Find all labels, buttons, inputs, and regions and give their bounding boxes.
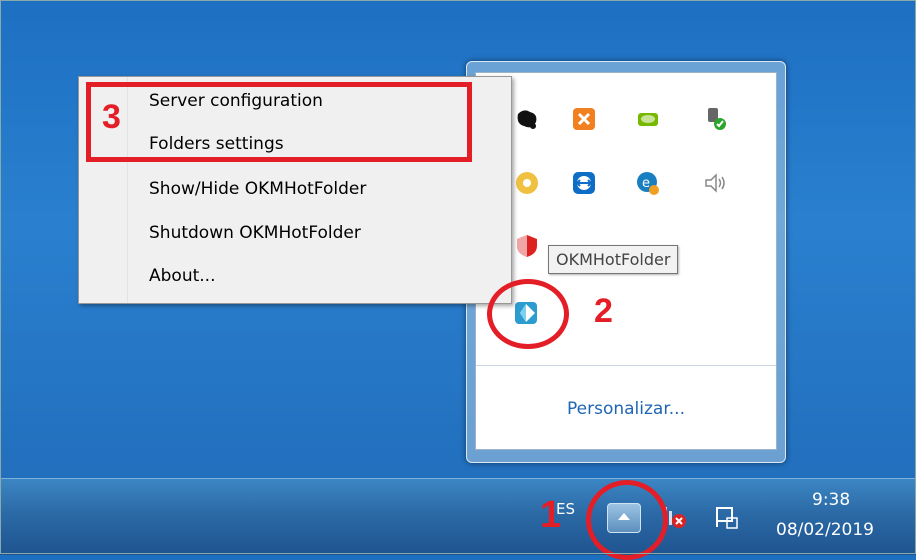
annotation-circle-okm-icon [487, 279, 569, 349]
cd-icon[interactable] [514, 170, 540, 196]
tray-tooltip: OKMHotFolder [548, 245, 679, 274]
menu-item-about[interactable]: About... [149, 266, 215, 286]
taskbar [0, 478, 916, 555]
menu-item-shutdown[interactable]: Shutdown OKMHotFolder [149, 223, 361, 243]
dropbox-icon[interactable]: e [635, 170, 661, 196]
annotation-rectangle [86, 82, 472, 162]
annotation-step-1: 1 [540, 494, 562, 536]
clock-date[interactable]: 08/02/2019 [776, 520, 874, 540]
annotation-step-3: 3 [102, 98, 121, 136]
nvidia-icon[interactable] [635, 106, 661, 132]
clock-time[interactable]: 9:38 [812, 490, 850, 510]
action-center-icon[interactable] [712, 503, 740, 531]
annotation-step-2: 2 [594, 292, 613, 330]
menu-item-show-hide[interactable]: Show/Hide OKMHotFolder [149, 179, 366, 199]
customize-link[interactable]: Personalizar... [476, 399, 776, 419]
teamviewer-icon[interactable] [571, 170, 597, 196]
speaker-icon[interactable] [702, 170, 728, 196]
divider [476, 365, 776, 366]
xampp-icon[interactable] [571, 106, 597, 132]
svg-text:e: e [642, 176, 650, 191]
ink-blot-icon[interactable] [514, 106, 540, 132]
shield-icon[interactable] [514, 233, 540, 259]
annotation-circle-show-hidden [586, 480, 668, 560]
power-plug-icon[interactable] [702, 106, 728, 132]
